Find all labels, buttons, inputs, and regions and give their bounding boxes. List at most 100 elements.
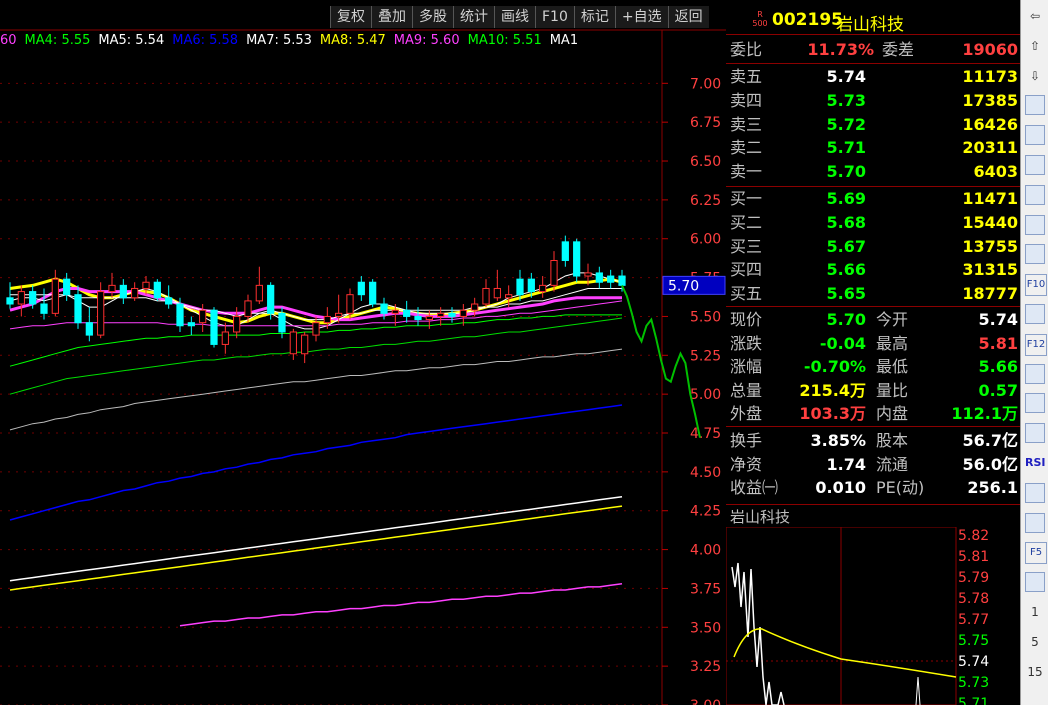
sidebar-tool-21[interactable]: 5 (1025, 632, 1045, 652)
sidebar-tool-8[interactable] (1025, 244, 1045, 265)
sidebar-tool-2[interactable]: ⇩ (1025, 66, 1045, 86)
stat-value-2: 56.0亿 (962, 454, 1018, 474)
candle-body (108, 284, 116, 293)
candle-body (573, 241, 581, 277)
sidebar-tool-20[interactable]: 1 (1025, 602, 1045, 622)
book-price: 5.69 (826, 189, 866, 208)
stat-value: 1.74 (826, 454, 866, 474)
candle-body (301, 334, 309, 355)
toolbar-button-4[interactable]: 画线 (494, 6, 535, 28)
mini-tick-label: 5.75 (958, 633, 989, 649)
candle-body (255, 284, 263, 302)
book-volume: 20311 (962, 138, 1018, 158)
candle-body (199, 309, 207, 324)
stat-row: 涨跌 -0.04 最高 5.81 (726, 332, 1020, 355)
sidebar-tool-15[interactable]: RSI (1025, 453, 1046, 473)
book-level-label: 卖一 (730, 162, 763, 182)
sidebar-tool-12[interactable] (1025, 363, 1045, 384)
sidebar-tool-22[interactable]: 15 (1025, 662, 1045, 682)
candle (108, 272, 116, 298)
stat-row: 净资 1.74 流通 56.0亿 (726, 453, 1020, 476)
candle (210, 307, 218, 348)
ma-line-ma6 (9, 404, 623, 521)
book-row: 买五 5.65 18777 (726, 282, 1020, 305)
candle (74, 285, 82, 329)
ma-legend-item: MA4: 5.55 (24, 33, 91, 48)
sidebar-tool-4[interactable] (1025, 125, 1045, 146)
toolbar-button-8[interactable]: 返回 (667, 6, 709, 28)
candle (482, 279, 490, 308)
stat-value-2: 256.1 (967, 478, 1018, 498)
sidebar-tool-16[interactable] (1025, 482, 1045, 503)
stat-label-2: 量比 (876, 380, 909, 400)
book-price: 5.72 (826, 114, 866, 134)
mini-tick-label: 5.77 (958, 612, 989, 628)
sidebar-tool-6[interactable] (1025, 184, 1045, 205)
candle (550, 251, 558, 292)
toolbar-button-1[interactable]: 叠加 (371, 6, 412, 28)
candle (255, 266, 263, 305)
candle-body (369, 281, 377, 305)
toolbar-button-5[interactable]: F10 (535, 6, 574, 28)
toolbar-button-7[interactable]: +自选 (614, 6, 668, 28)
kline-chart[interactable]: 7.006.756.506.256.005.755.505.255.004.75… (0, 0, 726, 705)
stat-value: 3.85% (810, 431, 866, 450)
book-row: 卖五 5.74 11173 (726, 65, 1020, 88)
sidebar-tool-10[interactable] (1025, 304, 1045, 324)
candle (131, 282, 139, 301)
sidebar-tool-1[interactable]: ⇧ (1025, 36, 1045, 56)
stat-label-2: 内盘 (876, 404, 909, 424)
y-tick-label: 5.50 (690, 309, 721, 325)
candle-body (561, 241, 569, 261)
sidebar-tool-9[interactable]: F10 (1025, 274, 1047, 297)
sidebar-tool-7[interactable] (1025, 214, 1045, 235)
sidebar-tool-13[interactable] (1025, 393, 1045, 414)
toolbar-button-6[interactable]: 标记 (573, 6, 615, 28)
tool-sidebar: ⇦ ⇧ ⇩ F10 F12 RSI F5 1 5 15 (1020, 0, 1048, 705)
sidebar-tool-0[interactable]: ⇦ (1025, 6, 1045, 26)
toolbar-button-0[interactable]: 复权 (330, 6, 371, 28)
stat-label-2: 流通 (876, 454, 909, 474)
book-price: 5.73 (826, 90, 866, 110)
candle-body (505, 294, 513, 299)
stat-row: 总量 215.4万 量比 0.57 (726, 379, 1020, 402)
sidebar-tool-5[interactable] (1025, 155, 1045, 175)
candle (595, 266, 603, 289)
candle (187, 316, 195, 336)
stat-row: 收益㈠ 0.010 PE(动) 256.1 (726, 476, 1020, 499)
book-level-label: 卖五 (730, 67, 763, 86)
candle-body (335, 312, 343, 317)
book-level-label: 买二 (730, 212, 763, 232)
stat-value: 215.4万 (799, 380, 866, 400)
ma-legend-item: MA7: 5.53 (246, 33, 312, 48)
sidebar-tool-3[interactable] (1025, 95, 1045, 116)
book-volume: 17385 (962, 90, 1018, 110)
y-tick-label: 4.50 (690, 465, 721, 481)
sidebar-tool-11[interactable]: F12 (1025, 333, 1047, 356)
candle-body (221, 331, 229, 345)
y-tick-label: 7.00 (690, 76, 721, 92)
book-level-label: 卖四 (730, 90, 763, 110)
candle-body (278, 312, 286, 333)
candle-body (244, 300, 252, 317)
candle (312, 316, 320, 342)
candle-body (391, 309, 399, 314)
sidebar-tool-18[interactable]: F5 (1025, 542, 1047, 565)
y-tick-label: 4.25 (690, 504, 721, 520)
mini-tick-label: 5.82 (958, 528, 989, 544)
candle (221, 322, 229, 354)
candle-body (539, 284, 547, 293)
book-row: 卖二 5.71 20311 (726, 136, 1020, 159)
sidebar-tool-14[interactable] (1025, 423, 1045, 444)
stat-value: -0.04 (819, 333, 866, 353)
toolbar-button-3[interactable]: 统计 (453, 6, 494, 28)
toolbar-button-2[interactable]: 多股 (412, 6, 453, 28)
y-tick-label: 6.75 (690, 115, 721, 131)
stat-label: 现价 (730, 310, 763, 329)
candle-body (17, 291, 25, 305)
stat-label: 外盘 (730, 404, 763, 424)
book-row: 卖四 5.73 17385 (726, 89, 1020, 112)
stat-value: 103.3万 (799, 404, 866, 424)
sidebar-tool-17[interactable] (1025, 512, 1045, 533)
sidebar-tool-19[interactable] (1025, 572, 1045, 593)
